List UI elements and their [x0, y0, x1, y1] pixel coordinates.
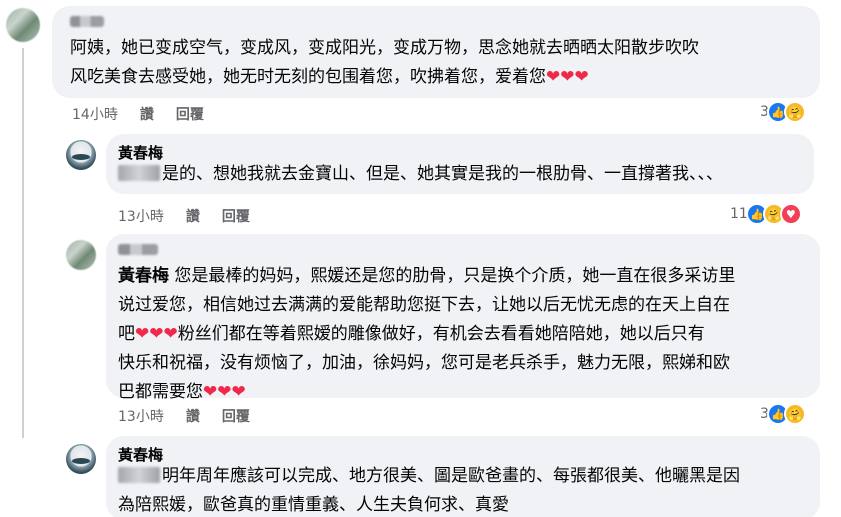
reaction-summary[interactable]: 3 👍 🤗 [760, 403, 806, 425]
comment-text-line: 阿姨，她已变成空气，变成风，变成阳光，变成万物，思念她就去晒晒太阳散步吹吹 [70, 38, 699, 58]
reply-link[interactable]: 回覆 [222, 206, 250, 226]
comment-timestamp[interactable]: 14小時 [72, 104, 118, 124]
like-link[interactable]: 讚 [186, 206, 200, 226]
comment-text: 是的、想她我就去金寶山、但是、她其實是我的一根肋骨、一直撐著我、、、 [118, 160, 808, 189]
mentioned-user[interactable]: 黃春梅 [118, 266, 169, 286]
comment-timestamp[interactable]: 13小時 [118, 406, 164, 426]
commenter-avatar[interactable] [66, 444, 96, 474]
comment-text-line: 快乐和祝福，没有烦恼了，加油，徐妈妈，您可是老兵杀手，魅力无限，熙娣和欧 [118, 353, 730, 373]
reply-link[interactable]: 回覆 [176, 104, 204, 124]
commenter-name-redacted[interactable] [70, 16, 104, 27]
comment-bubble: 阿姨，她已变成空气，变成风，变成阳光，变成万物，思念她就去晒晒太阳散步吹吹 风吃… [52, 6, 820, 98]
comment-timestamp[interactable]: 13小時 [118, 206, 164, 226]
comment-text-line: 说过爱您，相信她过去满满的爱能帮助您挺下去，让她以后无忧无虑的在天上自在 [118, 295, 730, 315]
mention-redacted[interactable] [118, 165, 160, 181]
comment-text: 黃春梅 您是最棒的妈妈，熙媛还是您的肋骨，只是换个介质，她一直在很多采访里 说过… [118, 262, 818, 407]
comment-meta: 14小時 讚 回覆 [72, 104, 204, 124]
comment-text-line: 巴都需要您❤❤❤ [118, 382, 246, 402]
mention-redacted[interactable] [118, 467, 160, 483]
like-link[interactable]: 讚 [140, 104, 154, 124]
comment-text-line: 黃春梅 您是最棒的妈妈，熙媛还是您的肋骨，只是换个介质，她一直在很多采访里 [118, 266, 736, 286]
comment-meta: 13小時 讚 回覆 [118, 406, 250, 426]
comment-bubble: 黃春梅 是的、想她我就去金寶山、但是、她其實是我的一根肋骨、一直撐著我、、、 [106, 134, 814, 194]
commenter-avatar[interactable] [66, 140, 96, 170]
reply-thread-line [22, 48, 24, 438]
comment-text: 阿姨，她已变成空气，变成风，变成阳光，变成万物，思念她就去晒晒太阳散步吹吹 风吃… [70, 34, 810, 92]
like-link[interactable]: 讚 [186, 406, 200, 426]
love-reaction-icon: ♥ [779, 203, 802, 225]
comment-text-line: 為陪熙媛，歐爸真的重情重義、人生夫負何求、真愛 [118, 495, 509, 515]
reaction-summary[interactable]: 3 👍 🤗 [760, 101, 806, 123]
comment-text-line: 明年周年應該可以完成、地方很美、圖是歐爸畫的、每張都很美、他曬黑是因 [118, 462, 818, 491]
reply-link[interactable]: 回覆 [222, 406, 250, 426]
reaction-summary[interactable]: 11 👍 🤗 ♥ [730, 203, 802, 225]
comment-bubble: 黃春梅 明年周年應該可以完成、地方很美、圖是歐爸畫的、每張都很美、他曬黑是因 為… [106, 436, 820, 517]
heart-emoji-group: ❤❤❤ [135, 324, 178, 344]
heart-emoji-group: ❤❤❤ [203, 382, 246, 402]
comment-text-line: 吧❤❤❤粉丝们都在等着熙嫒的雕像做好，有机会去看看她陪陪她，她以后只有 [118, 324, 705, 344]
care-reaction-icon: 🤗 [783, 101, 806, 123]
comment-bubble: 黃春梅 您是最棒的妈妈，熙媛还是您的肋骨，只是换个介质，她一直在很多采访里 说过… [106, 234, 820, 402]
comment-text: 明年周年應該可以完成、地方很美、圖是歐爸畫的、每張都很美、他曬黑是因 為陪熙媛，… [118, 462, 818, 517]
care-reaction-icon: 🤗 [783, 403, 806, 425]
commenter-name-redacted[interactable] [118, 244, 158, 255]
comment-meta: 13小時 讚 回覆 [118, 206, 250, 226]
heart-emoji-group: ❤❤❤ [546, 67, 589, 87]
commenter-avatar[interactable] [6, 8, 40, 42]
comment-text-line: 风吃美食去感受她，她无时无刻的包围着您，吹拂着您，爱着您❤❤❤ [70, 67, 589, 87]
commenter-avatar[interactable] [66, 240, 96, 270]
